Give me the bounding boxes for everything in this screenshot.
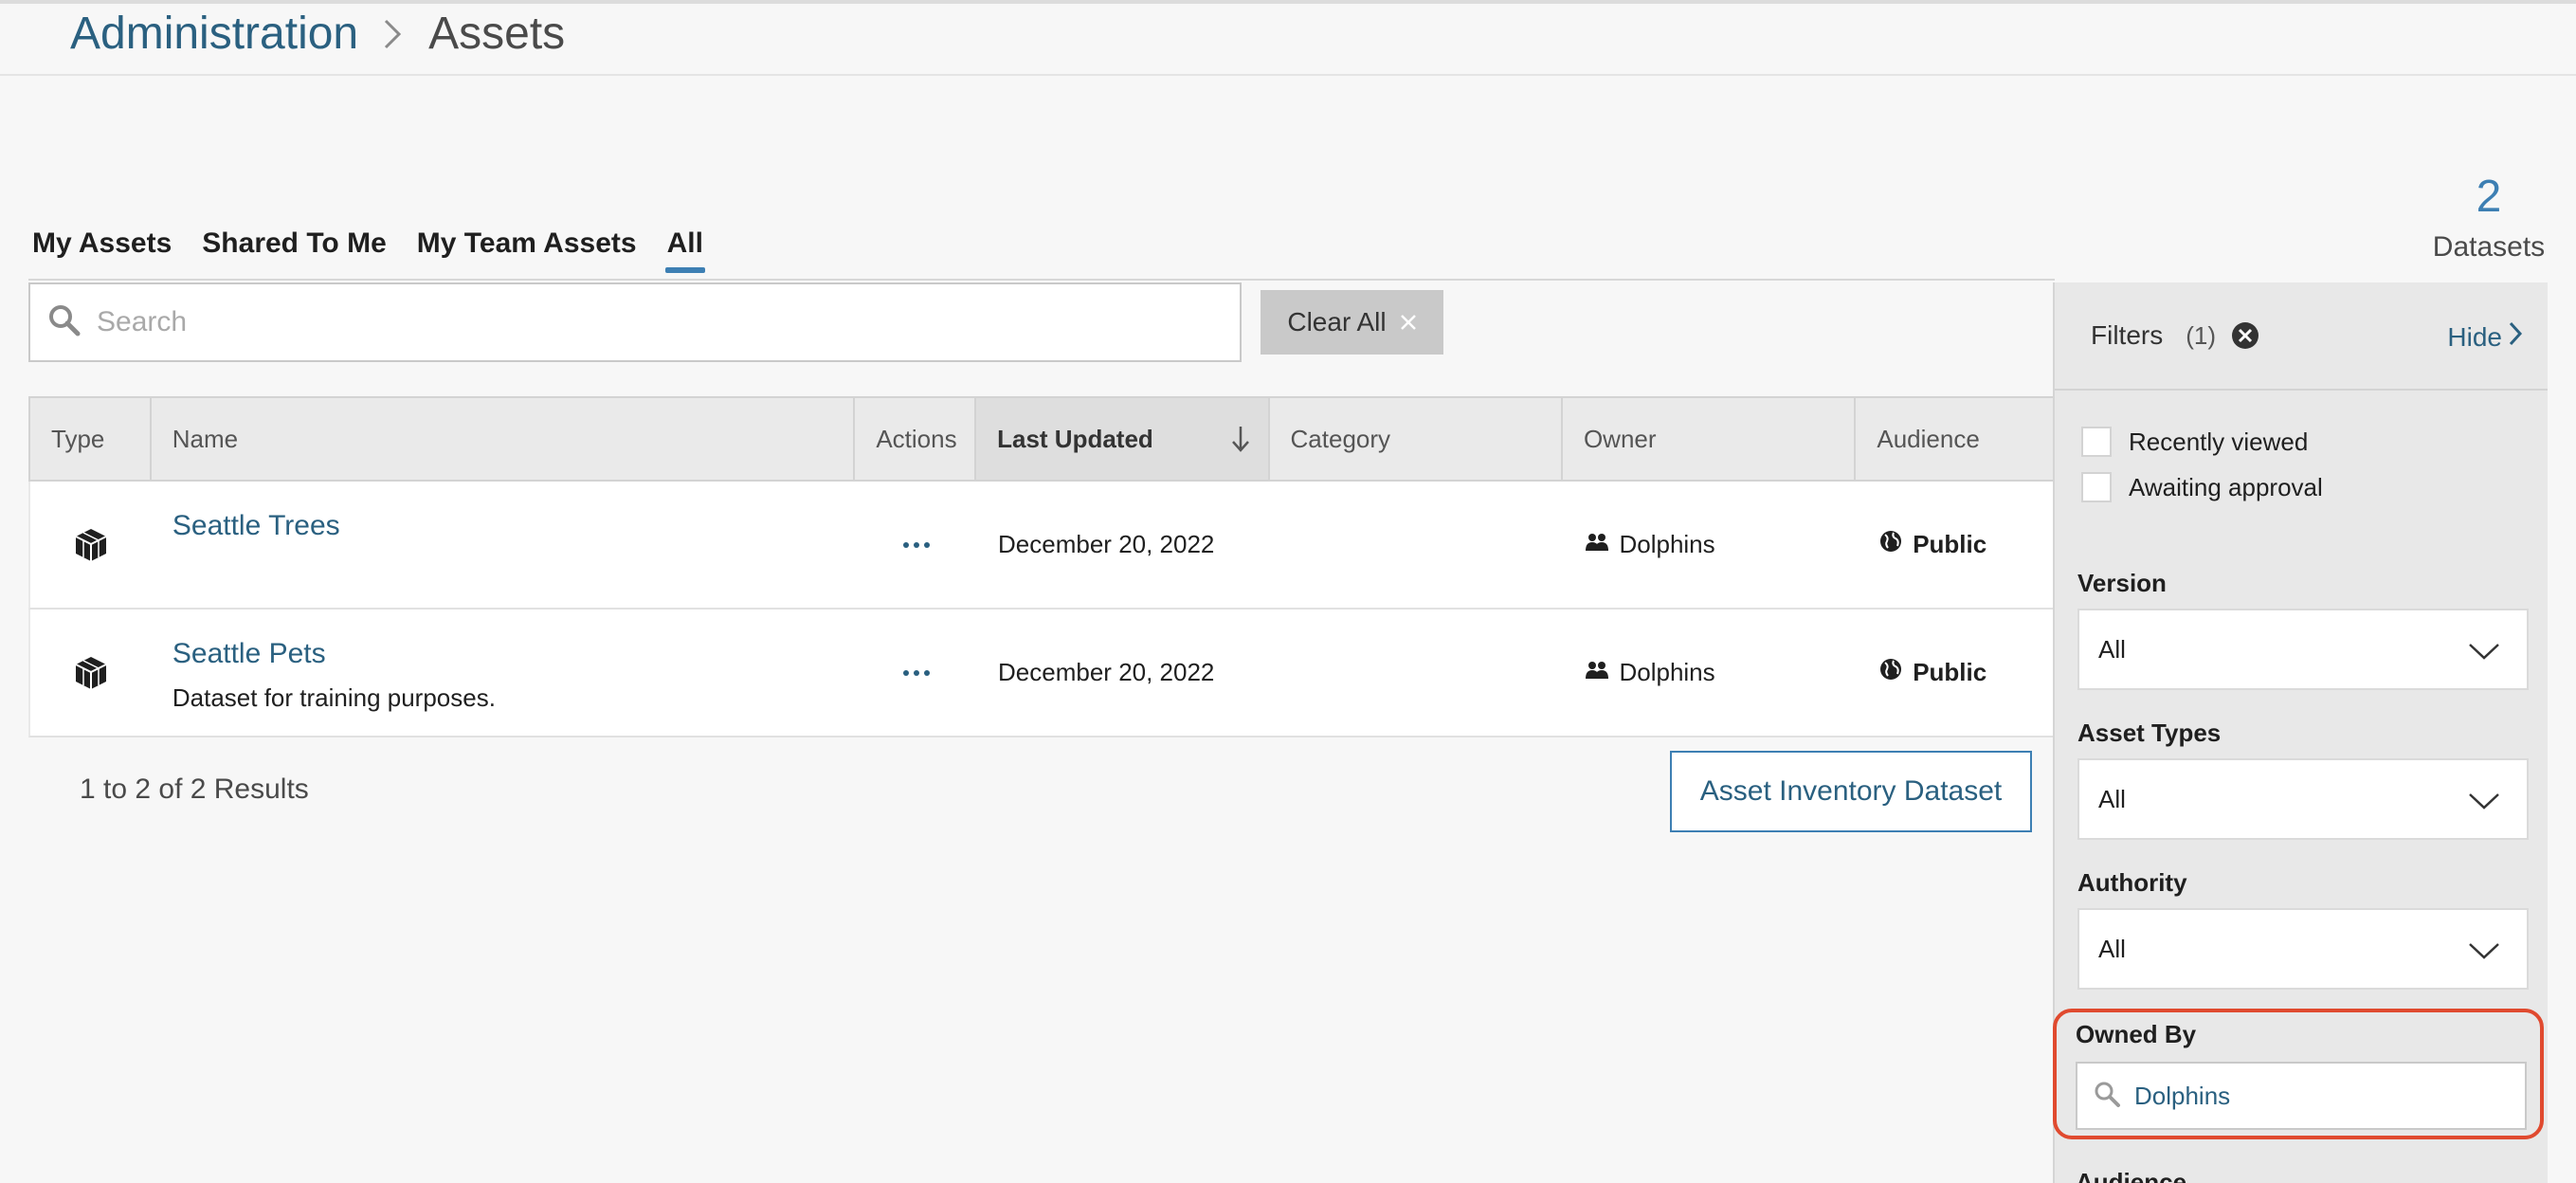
audience-cell: Public (1858, 610, 2055, 736)
awaiting-approval-label: Awaiting approval (2129, 472, 2323, 501)
team-icon (1585, 658, 1609, 687)
breadcrumb: Administration Assets (70, 8, 565, 60)
column-type: Type (30, 398, 152, 480)
authority-select-value: All (2098, 934, 2126, 963)
assets-table: Type Name Actions Last Updated Category … (28, 396, 2055, 737)
row-actions-cell (856, 610, 977, 736)
asset-types-filter-label: Asset Types (2077, 719, 2222, 747)
audience-cell: Public (1858, 482, 2055, 608)
owned-by-value: Dolphins (2134, 1081, 2231, 1110)
search-icon (2093, 1080, 2121, 1113)
table-row: Seattle Trees December 20, 2022 Dolphins… (28, 482, 2055, 610)
row-name-cell: Seattle Pets Dataset for training purpos… (152, 610, 856, 736)
asset-description: Dataset for training purposes. (172, 683, 496, 712)
search-box[interactable] (28, 282, 1242, 362)
asset-name-link[interactable]: Seattle Pets (172, 638, 326, 670)
audience-label: Public (1913, 530, 1987, 558)
chevron-right-icon (370, 10, 417, 58)
version-select[interactable]: All (2077, 609, 2529, 690)
results-count: 1 to 2 of 2 Results (80, 774, 309, 805)
authority-select[interactable]: All (2077, 908, 2529, 990)
clear-filters-icon[interactable] (2231, 321, 2259, 350)
hide-filters-label: Hide (2447, 321, 2502, 352)
table-row: Seattle Pets Dataset for training purpos… (28, 610, 2055, 737)
page-title: Assets (428, 9, 566, 59)
recently-viewed-checkbox[interactable] (2081, 427, 2112, 457)
audience-label: Public (1913, 658, 1987, 686)
tab-all[interactable]: All (664, 228, 706, 273)
dataset-count-label: Datasets (2432, 231, 2546, 263)
top-border (0, 0, 2576, 4)
asset-tabs: My Assets Shared To Me My Team Assets Al… (32, 228, 706, 273)
chevron-down-icon (2468, 789, 2500, 818)
dataset-cube-icon (30, 610, 152, 736)
search-input[interactable] (97, 306, 1240, 338)
clear-all-button[interactable]: Clear All (1261, 290, 1443, 355)
category-cell (1271, 610, 1565, 736)
header-bar: Administration Assets (0, 0, 2576, 76)
version-filter-label: Version (2077, 569, 2167, 597)
column-last-updated-label: Last Updated (997, 424, 1153, 453)
more-actions-icon[interactable] (903, 541, 931, 548)
asset-types-select[interactable]: All (2077, 758, 2529, 840)
column-last-updated[interactable]: Last Updated (976, 398, 1270, 480)
table-header: Type Name Actions Last Updated Category … (28, 396, 2055, 482)
audience-filter-label: Audience (2076, 1168, 2187, 1183)
globe-icon (1878, 657, 1903, 688)
version-select-value: All (2098, 634, 2126, 664)
hide-filters-link[interactable]: Hide (2447, 320, 2523, 354)
filters-title: Filters (2091, 320, 2164, 350)
category-cell (1271, 482, 1565, 608)
asset-inventory-dataset-button[interactable]: Asset Inventory Dataset (1670, 751, 2032, 832)
clear-all-label: Clear All (1287, 307, 1387, 337)
tab-my-assets[interactable]: My Assets (32, 228, 172, 273)
chevron-right-icon (2508, 320, 2523, 354)
recently-viewed-label: Recently viewed (2129, 427, 2309, 456)
more-actions-icon[interactable] (903, 669, 931, 676)
row-name-cell: Seattle Trees (152, 482, 856, 608)
owned-by-filter-label: Owned By (2076, 1020, 2197, 1048)
column-owner[interactable]: Owner (1563, 398, 1857, 480)
arrow-down-icon (1230, 425, 1251, 460)
asset-name-link[interactable]: Seattle Trees (172, 510, 340, 542)
close-icon (1400, 307, 1417, 337)
tab-my-team-assets[interactable]: My Team Assets (417, 228, 637, 273)
chevron-down-icon (2468, 938, 2500, 968)
owner-name: Dolphins (1619, 530, 1715, 558)
awaiting-approval-checkbox[interactable] (2081, 472, 2112, 502)
filter-awaiting-approval[interactable]: Awaiting approval (2081, 472, 2323, 502)
team-icon (1585, 530, 1609, 559)
tabs-divider (28, 279, 2055, 281)
column-actions: Actions (855, 398, 977, 480)
column-category[interactable]: Category (1270, 398, 1563, 480)
owner-cell: Dolphins (1564, 482, 1858, 608)
column-audience[interactable]: Audience (1856, 398, 2053, 480)
search-icon (47, 303, 82, 342)
filters-header: Filters (1) Hide (2055, 282, 2548, 391)
dataset-count-number: 2 (2476, 172, 2502, 222)
dataset-count: 2 Datasets (2432, 169, 2546, 264)
dataset-cube-icon (30, 482, 152, 608)
chevron-down-icon (2468, 639, 2500, 668)
column-name[interactable]: Name (152, 398, 856, 480)
owner-cell: Dolphins (1564, 610, 1858, 736)
last-updated-cell: December 20, 2022 (998, 530, 1215, 558)
breadcrumb-administration-link[interactable]: Administration (70, 8, 358, 60)
filters-count: (1) (2186, 320, 2217, 350)
asset-types-select-value: All (2098, 784, 2126, 813)
last-updated-cell: December 20, 2022 (998, 658, 1215, 686)
filter-recently-viewed[interactable]: Recently viewed (2081, 427, 2308, 457)
owned-by-input[interactable]: Dolphins (2076, 1062, 2527, 1130)
globe-icon (1878, 529, 1903, 560)
row-actions-cell (856, 482, 977, 608)
authority-filter-label: Authority (2077, 868, 2187, 897)
owner-name: Dolphins (1619, 658, 1715, 686)
tab-shared-to-me[interactable]: Shared To Me (202, 228, 386, 273)
